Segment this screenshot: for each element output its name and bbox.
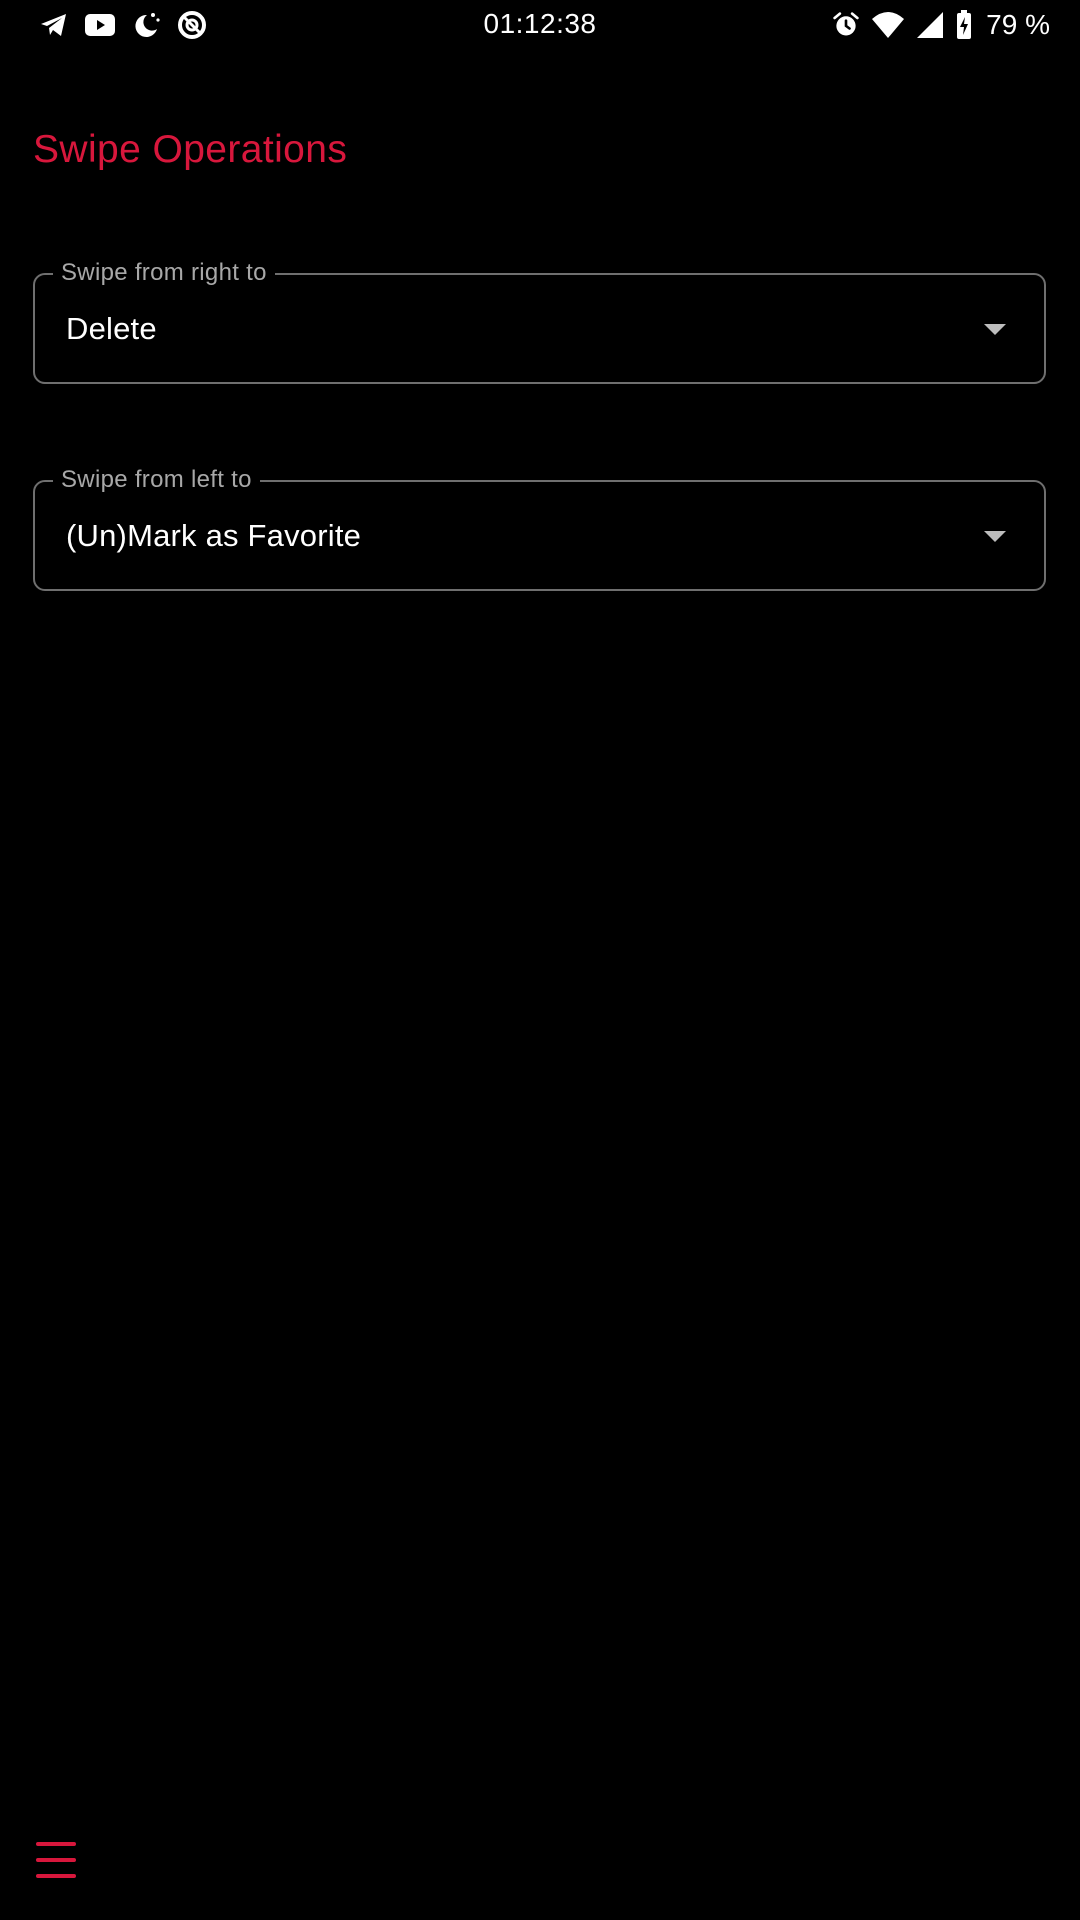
swipe-right-dropdown[interactable]: Swipe from right to Delete bbox=[33, 258, 1046, 384]
alarm-icon bbox=[833, 12, 859, 36]
menu-button[interactable] bbox=[34, 1840, 80, 1880]
wifi-icon bbox=[872, 12, 905, 38]
battery-charging-icon bbox=[957, 10, 972, 39]
swipe-right-value: Delete bbox=[66, 311, 157, 346]
swipe-left-value: (Un)Mark as Favorite bbox=[66, 518, 362, 553]
battery-percentage: 79 % bbox=[986, 9, 1050, 40]
page-title: Swipe Operations bbox=[33, 128, 348, 171]
status-bar: 01:12:38 79 % bbox=[0, 0, 1080, 50]
screen: 01:12:38 79 % Swipe Operations Swipe fro… bbox=[0, 0, 1080, 1920]
dropdown-arrow-icon bbox=[984, 531, 1006, 542]
swipe-left-label: Swipe from left to bbox=[53, 465, 260, 495]
swipe-left-dropdown[interactable]: Swipe from left to (Un)Mark as Favorite bbox=[33, 465, 1046, 591]
status-system-icons: 79 % bbox=[832, 9, 1050, 41]
swipe-right-label: Swipe from right to bbox=[53, 258, 275, 288]
signal-icon bbox=[917, 12, 944, 38]
dropdown-arrow-icon bbox=[984, 324, 1006, 335]
